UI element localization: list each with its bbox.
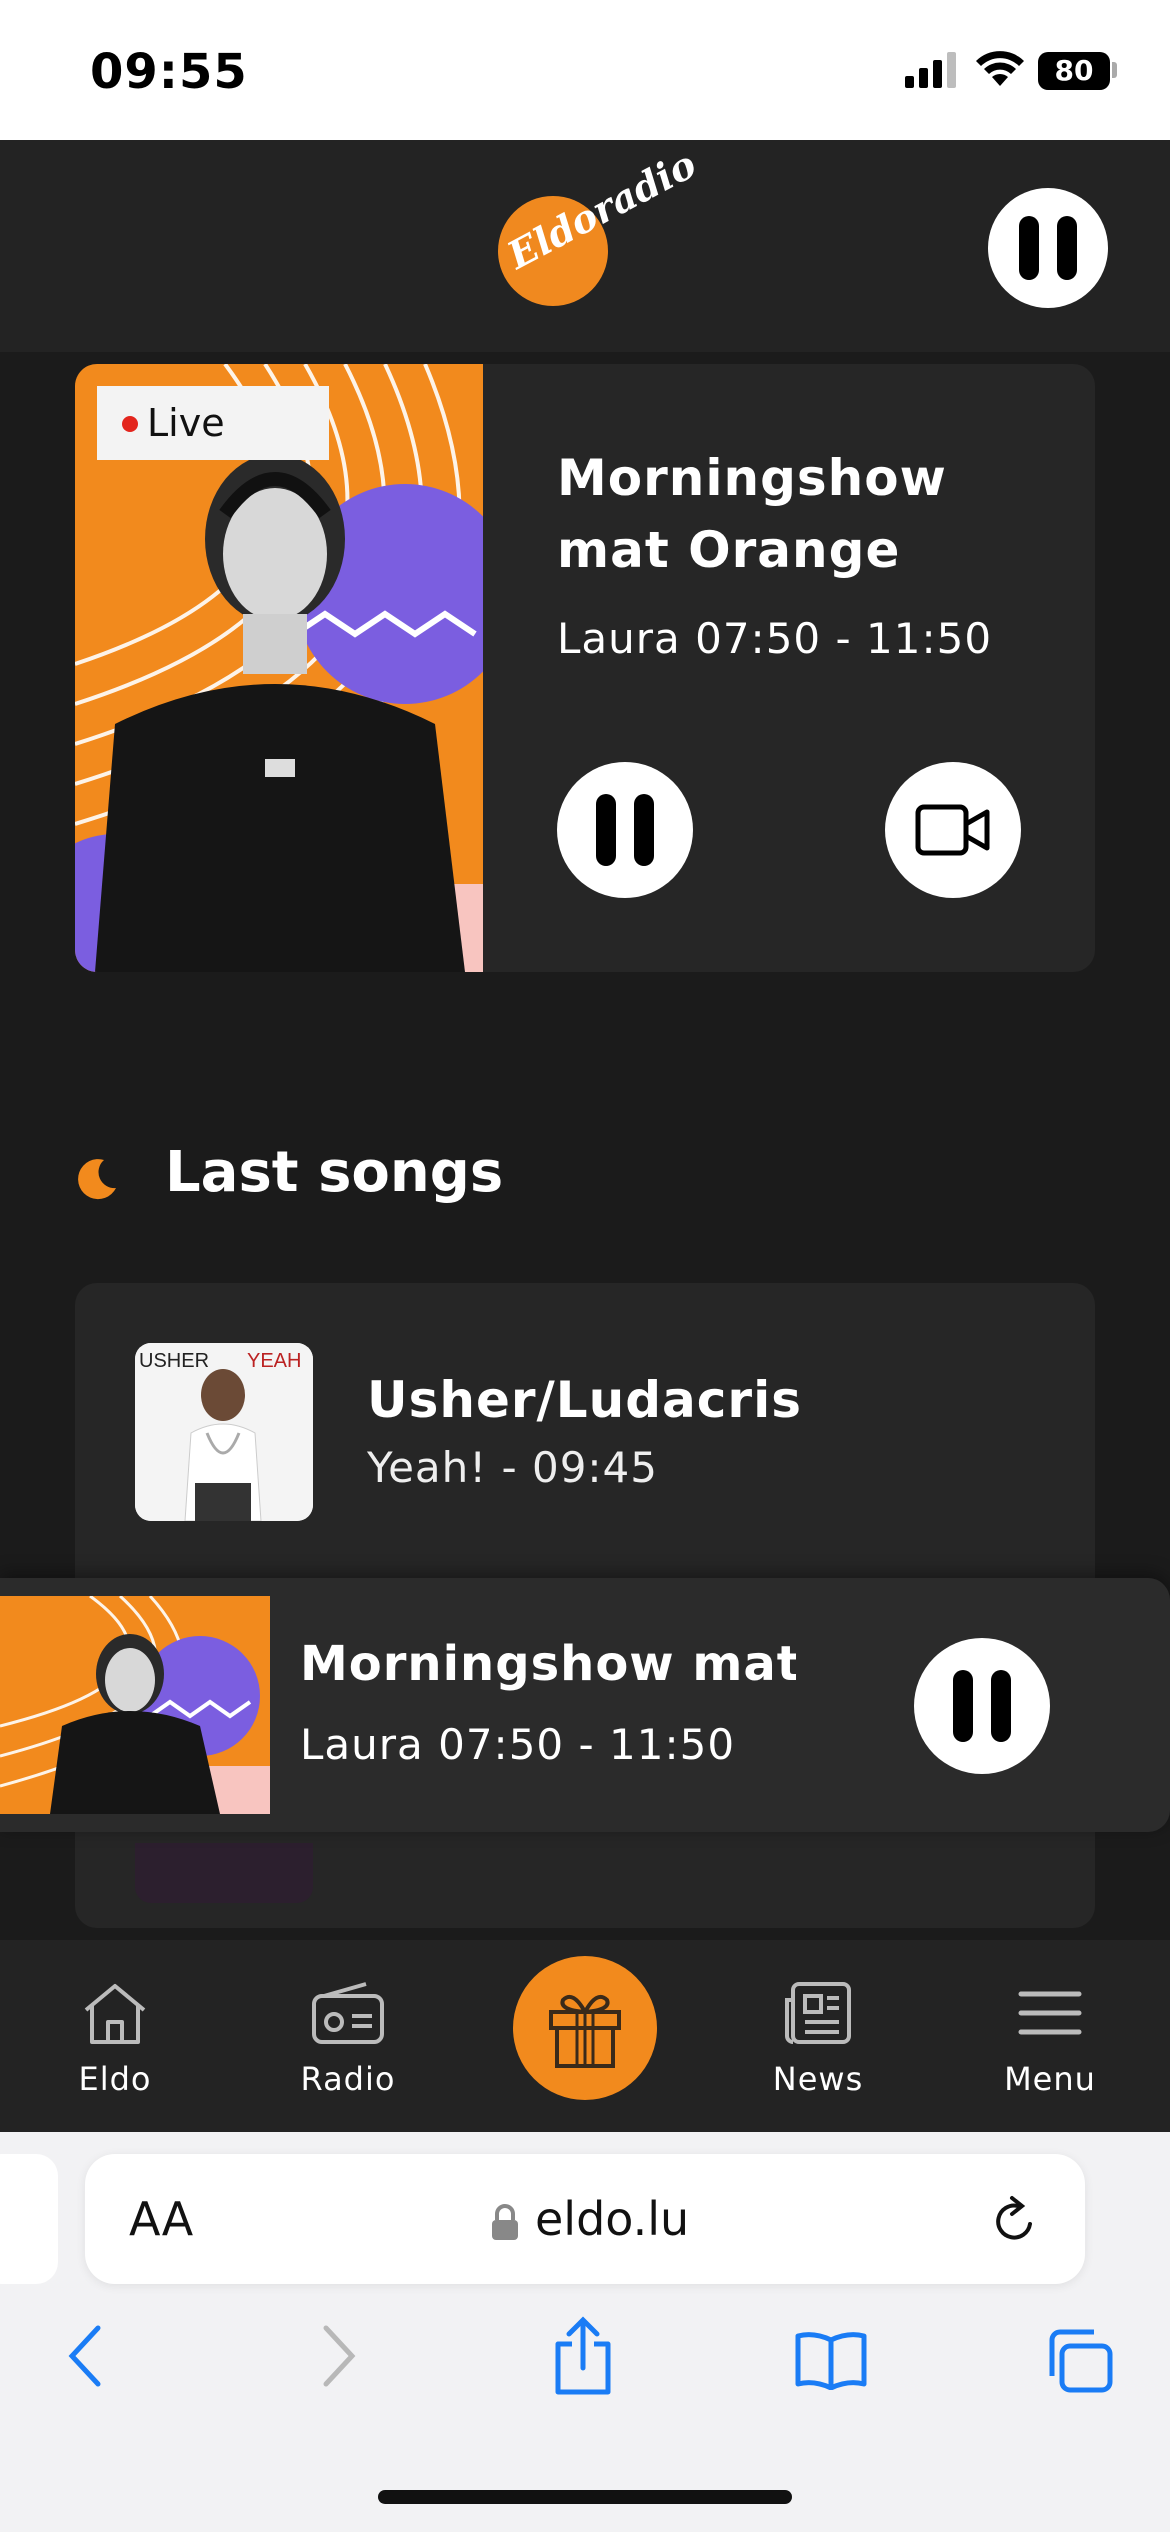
address-bar[interactable]: AA eldo.lu	[85, 2154, 1085, 2284]
mini-player[interactable]: Morningshow mat Orange Laura 07:50 - 11:…	[0, 1578, 1170, 1832]
newspaper-icon	[785, 1982, 851, 2044]
battery-nub	[1112, 62, 1117, 78]
url-text[interactable]: eldo.lu	[535, 2192, 689, 2246]
tab-label: Eldo	[78, 2060, 152, 2098]
song-title-time: Yeah! - 09:45	[367, 1443, 659, 1492]
home-icon	[84, 1984, 146, 2044]
video-camera-icon	[915, 804, 990, 856]
radio-icon	[312, 1982, 384, 2044]
reload-icon[interactable]	[990, 2194, 1040, 2246]
gift-icon	[549, 1995, 621, 2068]
tab-menu[interactable]: Menu	[970, 1980, 1130, 2098]
mini-artwork-graphic	[0, 1596, 270, 1814]
wifi-icon	[976, 51, 1024, 86]
tab-news[interactable]: News	[738, 1980, 898, 2098]
mini-player-artwork	[0, 1596, 270, 1814]
battery-indicator: 80	[1038, 52, 1110, 90]
pause-icon	[596, 794, 654, 866]
mini-player-pause-button[interactable]	[914, 1638, 1050, 1774]
reader-settings-button[interactable]: AA	[129, 2192, 193, 2246]
header-pause-button[interactable]	[988, 188, 1108, 308]
tab-label: News	[772, 2060, 864, 2098]
status-bar: 09:55 80	[0, 0, 1170, 140]
album-cover[interactable]: USHER YEAH	[135, 1343, 313, 1521]
cover-text-left: USHER	[139, 1350, 209, 1372]
app-header: Eldoradio	[0, 140, 1170, 352]
previous-tab-preview[interactable]	[0, 2154, 58, 2284]
video-stream-button[interactable]	[885, 762, 1021, 898]
host-artwork: Live	[75, 364, 483, 972]
browser-toolbar: AA eldo.lu	[0, 2132, 1170, 2532]
gift-button[interactable]	[513, 1956, 657, 2100]
eldoradio-logo[interactable]: Eldoradio	[490, 141, 703, 306]
live-dot	[122, 416, 138, 432]
pause-icon	[953, 1670, 1011, 1742]
share-icon[interactable]	[552, 2316, 614, 2396]
song-artist: Usher/Ludacris	[367, 1371, 802, 1429]
forward-icon[interactable]	[318, 2324, 358, 2388]
album-cover-graphic: USHER YEAH	[135, 1343, 313, 1521]
live-badge: Live	[97, 386, 329, 460]
cover-text-right: YEAH	[247, 1350, 301, 1372]
mini-player-subtitle: Laura 07:50 - 11:50	[300, 1720, 736, 1769]
back-icon[interactable]	[66, 2324, 106, 2388]
tab-label: Menu	[1004, 2060, 1096, 2098]
live-badge-label: Live	[147, 401, 225, 445]
card-pause-button[interactable]	[557, 762, 693, 898]
tab-radio[interactable]: Radio	[268, 1980, 428, 2098]
cellular-signal-icon	[905, 52, 956, 88]
bookmarks-icon[interactable]	[794, 2330, 868, 2390]
lock-icon	[492, 2204, 518, 2240]
tabs-icon[interactable]	[1044, 2328, 1114, 2394]
bottom-tab-bar: Eldo Radio News Menu	[0, 1940, 1170, 2132]
last-songs-heading: Last songs	[165, 1140, 504, 1205]
hamburger-icon	[1018, 1991, 1082, 2035]
status-time: 09:55	[90, 44, 248, 100]
moon-icon	[78, 1159, 116, 1200]
show-host-time: Laura 07:50 - 11:50	[557, 614, 993, 663]
mini-player-title: Morningshow mat Orange	[300, 1636, 796, 1692]
tab-eldo[interactable]: Eldo	[35, 1980, 195, 2098]
album-cover[interactable]	[135, 1843, 313, 1903]
live-show-card[interactable]: Live Morningshow mat Orange Laura 07:50 …	[75, 364, 1095, 972]
tab-label: Radio	[300, 2060, 396, 2098]
home-indicator	[378, 2490, 792, 2504]
pause-icon	[1019, 216, 1077, 280]
show-title: Morningshow mat Orange	[557, 449, 947, 579]
